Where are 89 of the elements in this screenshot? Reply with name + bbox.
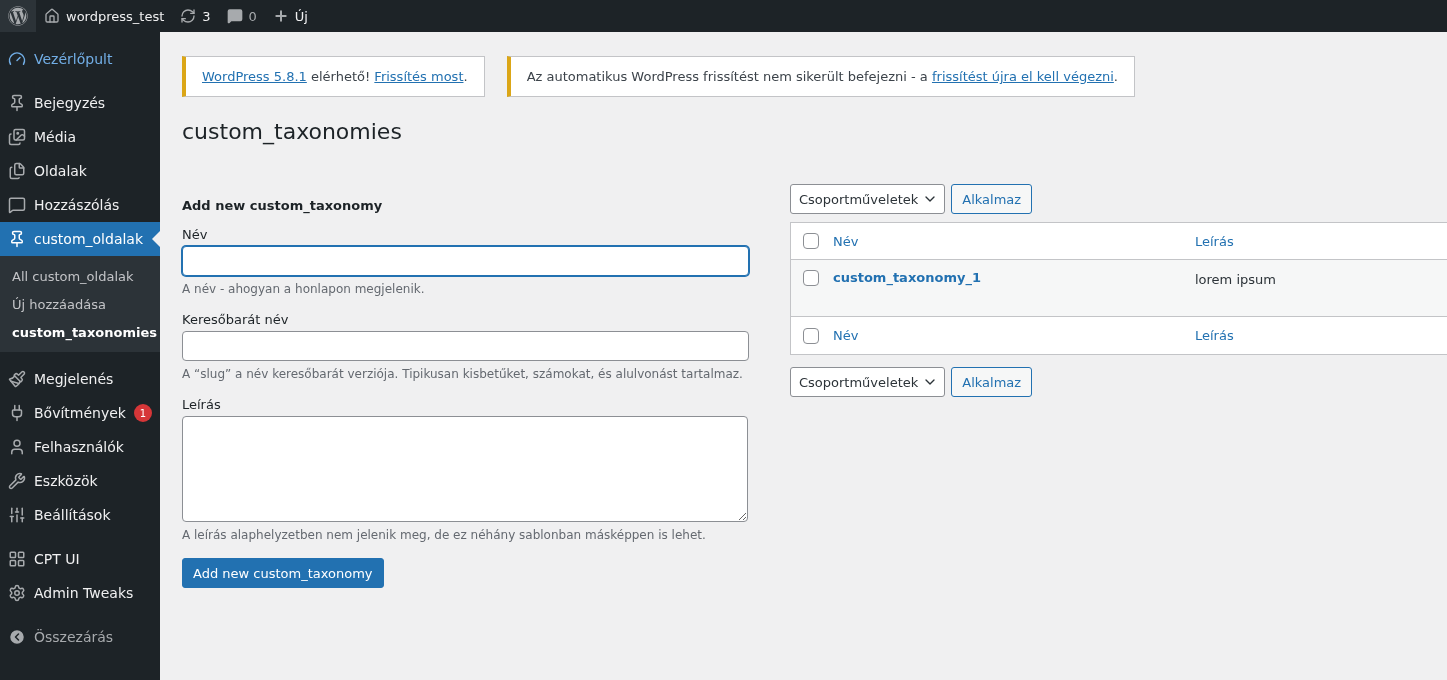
sidebar-label: Bővítmények: [34, 405, 126, 421]
bulk-actions-select[interactable]: Csoportműveletek: [790, 184, 946, 214]
apply-button[interactable]: Alkalmaz: [951, 184, 1033, 214]
sidebar-label: Vezérlőpult: [34, 51, 113, 67]
pages-icon: [8, 162, 26, 180]
term-name-link[interactable]: custom_taxonomy_1: [833, 270, 981, 285]
site-link[interactable]: wordpress_test: [36, 0, 173, 32]
field-label: Keresőbarát név: [182, 312, 290, 327]
plus-icon: [272, 8, 289, 24]
sidebar-item[interactable]: Megjelenés: [0, 362, 160, 396]
grid-icon: [8, 550, 26, 568]
sidebar-item[interactable]: Média: [0, 120, 160, 154]
sidebar-item[interactable]: Hozzászólás: [0, 188, 160, 222]
sidebar-item[interactable]: Admin Tweaks: [0, 576, 160, 610]
input-field[interactable]: [182, 246, 749, 276]
apply-button[interactable]: Alkalmaz: [951, 367, 1033, 397]
sidebar-item[interactable]: Vezérlőpult: [0, 42, 160, 76]
current-arrow-icon: [152, 231, 160, 247]
user-icon: [8, 438, 26, 456]
notice-text: Az automatikus WordPress frissítést nem sikerült befejezni - a frissítést újra el kell végezni.: [526, 69, 1118, 84]
sidebar-item[interactable]: Bővítmények 1: [0, 396, 160, 430]
sidebar-label: custom_oldalak: [34, 231, 144, 247]
sidebar-label: Oldalak: [34, 163, 87, 179]
comments-count: 0: [248, 8, 257, 24]
column-header[interactable]: Leírás: [1195, 233, 1234, 249]
sidebar-item[interactable]: Felhasználók: [0, 430, 160, 464]
site-name: wordpress_test: [66, 8, 165, 24]
field-hint: A leírás alaphelyzetben nem jelenik meg, de ez néhány sablonban másképpen is lehet.: [182, 528, 707, 542]
sidebar-item[interactable]: custom_oldalak: [0, 222, 160, 256]
comment-icon: [226, 8, 243, 24]
sidebar-label: Hozzászólás: [34, 197, 120, 213]
updates-count: 3: [202, 8, 211, 24]
new-link[interactable]: Új: [264, 0, 316, 32]
sidebar-label: Média: [34, 129, 77, 145]
notice-link[interactable]: frissítést újra el kell végezni: [931, 69, 1114, 84]
submit-button[interactable]: Add new custom_taxonomy: [182, 558, 384, 588]
sidebar-label: Felhasználók: [34, 439, 124, 455]
field-hint: A név - ahogyan a honlapon megjelenik.: [182, 282, 426, 296]
field-label: Név: [182, 227, 209, 242]
collapse-label: Összezárás: [34, 629, 114, 645]
column-header[interactable]: Név: [833, 328, 859, 343]
wrench-icon: [8, 472, 26, 490]
pin-icon: [8, 230, 26, 248]
bulk-actions-select[interactable]: Csoportműveletek: [790, 367, 946, 397]
new-label: Új: [294, 8, 308, 24]
sidebar-item[interactable]: Beállítások: [0, 498, 160, 532]
sidebar-item[interactable]: Bejegyzés: [0, 86, 160, 120]
table-cell: lorem ipsum: [1195, 272, 1276, 287]
column-header[interactable]: Leírás: [1195, 328, 1234, 343]
speech-bubble-icon: [8, 196, 26, 214]
field-label: Leírás: [182, 397, 222, 412]
notice-link[interactable]: Frissítés most: [374, 69, 464, 84]
sidebar-label: Bejegyzés: [34, 95, 106, 111]
sidebar-label: Megjelenés: [34, 371, 114, 387]
paintbrush-icon: [8, 370, 26, 388]
wordpress-logo-icon[interactable]: [0, 0, 36, 32]
sidebar-item[interactable]: Eszközök: [0, 464, 160, 498]
sidebar-label: Eszközök: [34, 473, 98, 489]
images-icon: [8, 128, 26, 146]
pin-icon: [8, 94, 26, 112]
refresh-icon: [180, 8, 197, 24]
submenu-item[interactable]: Új hozzáadása: [0, 290, 160, 318]
page-title: custom_taxonomies: [182, 119, 403, 144]
notification-badge: 1: [133, 404, 152, 422]
field-hint: A “slug” a név keresőbarát verziója. Tipikusan kisbetűket, számokat, és alulvonást tartalmaz.: [182, 367, 744, 381]
gauge-icon: [8, 50, 26, 68]
description-field[interactable]: [182, 416, 748, 522]
notice-link[interactable]: WordPress 5.8.1: [202, 69, 307, 84]
submenu-item[interactable]: custom_taxonomies: [0, 318, 160, 346]
notice-text: WordPress 5.8.1 elérhető! Frissítés most.: [202, 69, 468, 84]
column-header[interactable]: Név: [833, 233, 859, 249]
sidebar-item[interactable]: Oldalak: [0, 154, 160, 188]
gear-icon: [8, 584, 26, 602]
collapse-menu[interactable]: Összezárás: [0, 620, 160, 654]
sidebar-item[interactable]: CPT UI: [0, 542, 160, 576]
collapse-icon: [8, 628, 26, 646]
updates-link[interactable]: 3: [172, 0, 219, 32]
sliders-icon: [8, 506, 26, 524]
sidebar-label: CPT UI: [34, 551, 80, 567]
home-icon: [44, 8, 60, 24]
sidebar-label: Beállítások: [34, 507, 111, 523]
checkbox[interactable]: [803, 233, 819, 249]
checkbox[interactable]: [803, 327, 819, 344]
sidebar-label: Admin Tweaks: [34, 585, 134, 601]
comments-link[interactable]: 0: [218, 0, 265, 32]
form-heading: Add new custom_taxonomy: [182, 198, 384, 213]
input-field[interactable]: [182, 331, 749, 361]
submenu-item[interactable]: All custom_oldalak: [0, 262, 160, 290]
checkbox[interactable]: [803, 270, 819, 286]
